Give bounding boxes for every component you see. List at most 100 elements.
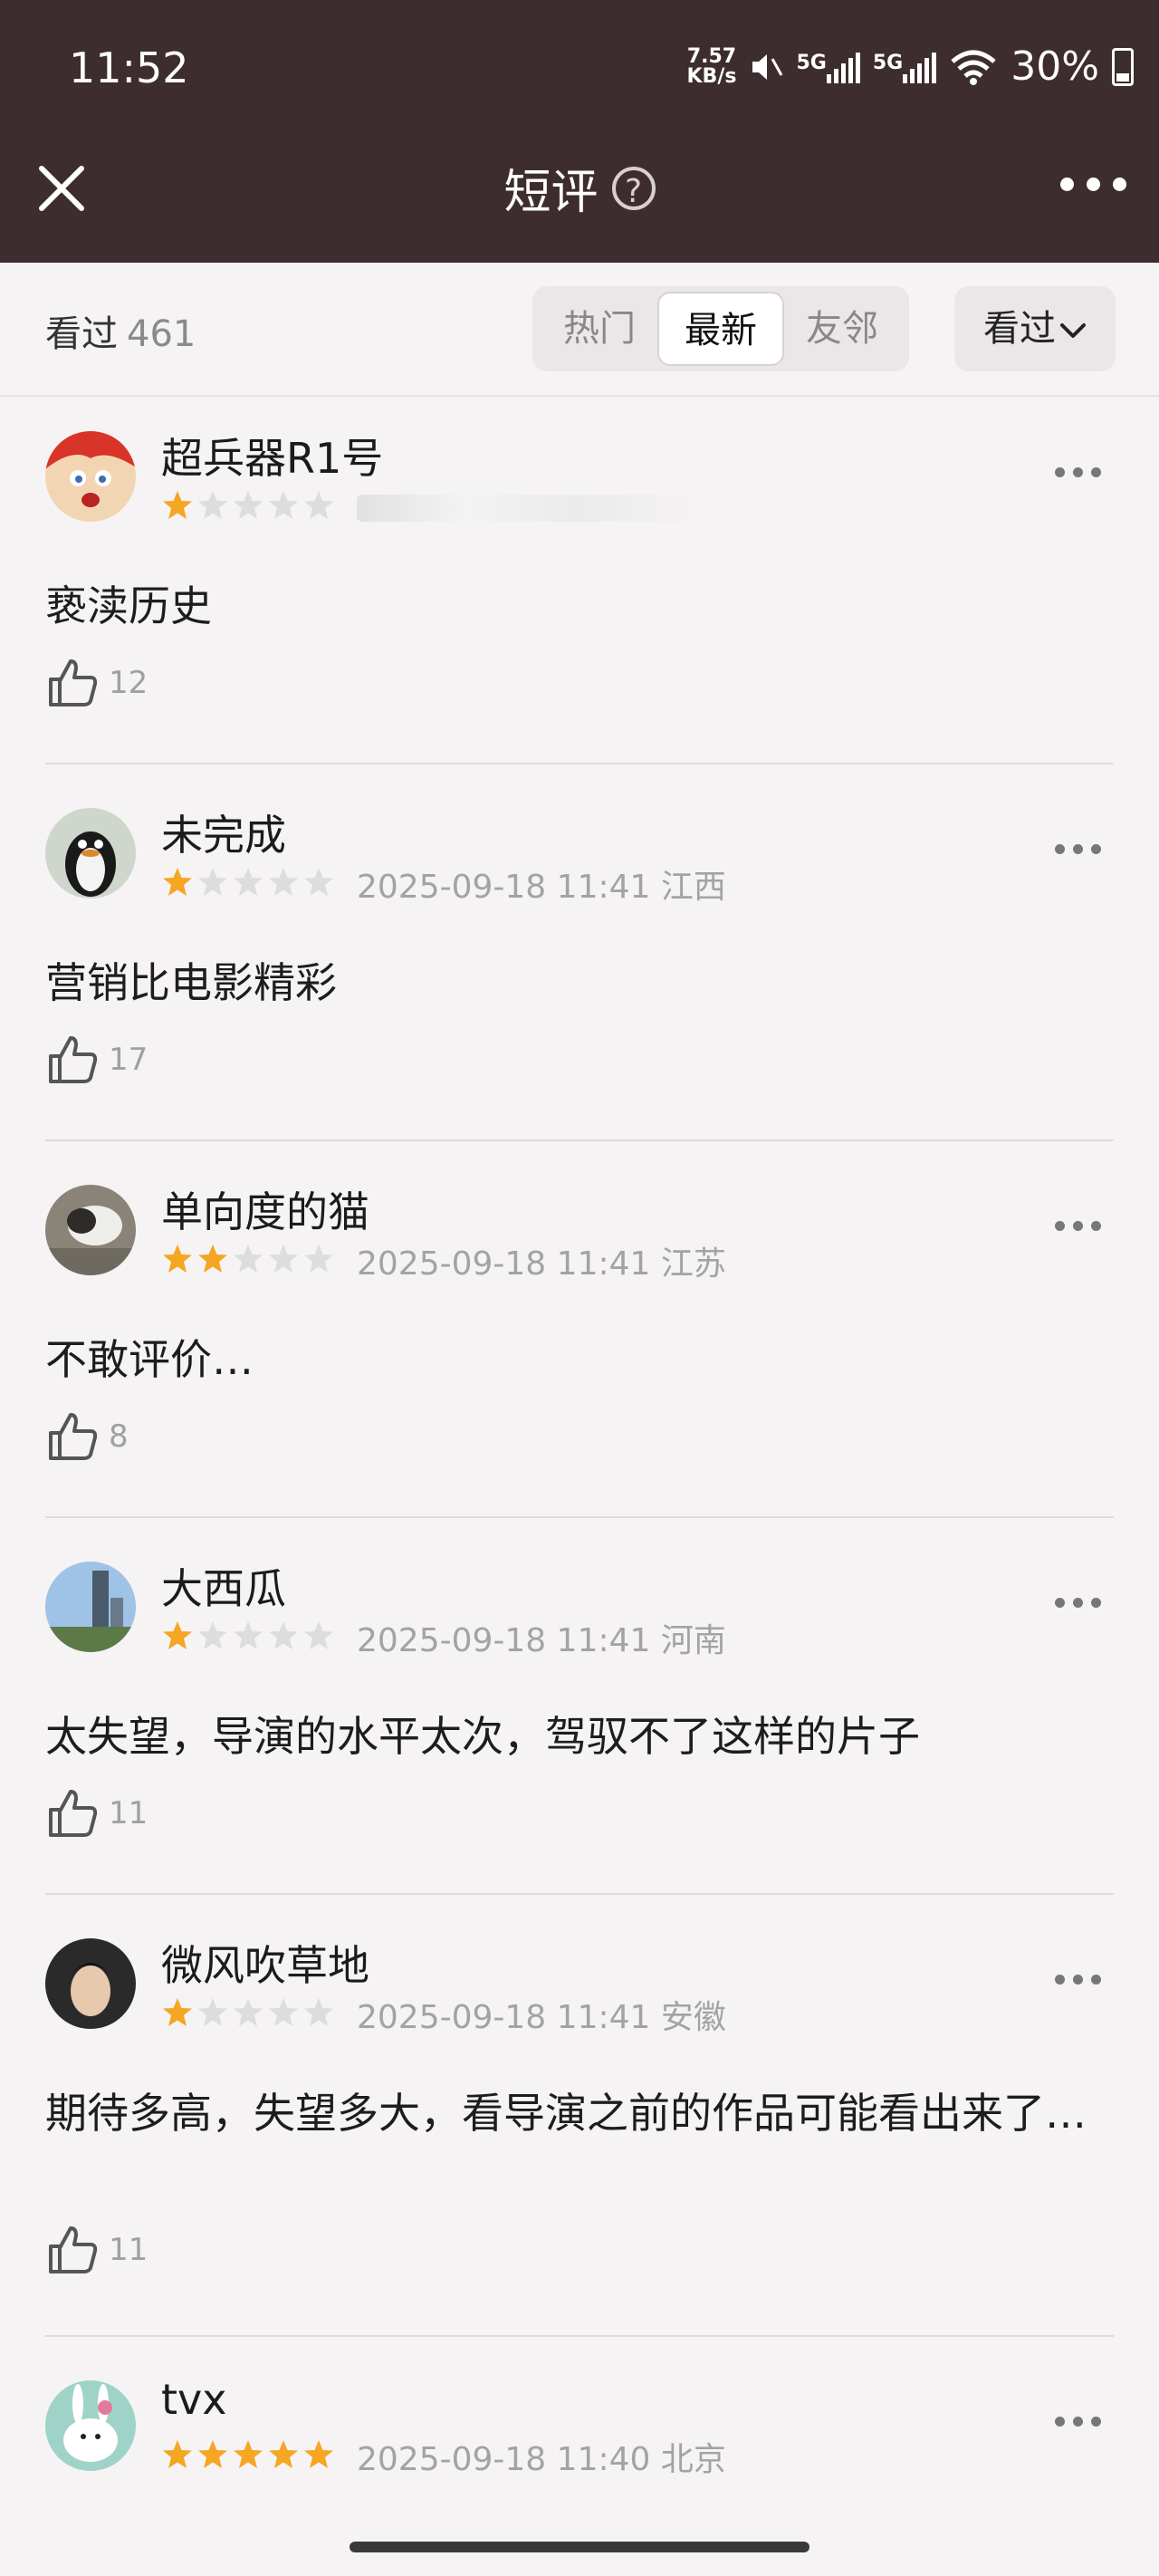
username[interactable]: 微风吹草地 — [161, 1933, 369, 1993]
network-speed-unit: KB/s — [686, 64, 737, 88]
star-empty-icon — [198, 1998, 227, 2026]
filter-bar: 看过 461 热门 最新 友邻 看过 — [0, 263, 1159, 397]
username[interactable]: 超兵器R1号 — [161, 426, 383, 485]
star-empty-icon — [234, 1245, 263, 1273]
star-empty-icon — [269, 1245, 298, 1273]
review-text: 亵渎历史 — [45, 582, 212, 630]
divider — [45, 763, 1114, 764]
review-meta: 2025-09-18 11:41 江西 — [357, 869, 726, 906]
star-filled-icon — [163, 868, 192, 896]
avatar[interactable] — [45, 808, 136, 899]
review-text: 期待多高，失望多大，看导演之前的作品可能看出来了… — [45, 2089, 1087, 2138]
page-title: 短评 — [503, 166, 599, 220]
network-speed-value: 7.57 — [686, 44, 737, 68]
review-meta: 2025-09-18 11:41 安徽 — [357, 1999, 726, 2036]
battery-icon — [1112, 47, 1134, 86]
thumbs-up-icon — [49, 1036, 98, 1083]
like-button[interactable]: 12 — [45, 656, 148, 710]
rating-stars — [161, 2438, 335, 2471]
star-filled-icon — [163, 1998, 192, 2026]
star-filled-icon — [198, 2440, 227, 2468]
star-empty-icon — [234, 868, 263, 896]
star-empty-icon — [269, 1621, 298, 1649]
more-icon[interactable] — [1055, 2417, 1101, 2427]
review-text: 不敢评价… — [45, 1335, 254, 1384]
star-empty-icon — [198, 491, 227, 519]
sim2-label: 5G — [872, 51, 904, 74]
star-empty-icon — [234, 1621, 263, 1649]
username[interactable]: tvx — [161, 2375, 226, 2424]
sim1-label: 5G — [796, 51, 827, 74]
star-filled-icon — [198, 1245, 227, 1273]
like-count: 8 — [109, 1418, 129, 1455]
watched-count: 看过 461 — [45, 304, 196, 357]
avatar[interactable] — [45, 1938, 136, 2029]
watched-count-value: 461 — [127, 313, 196, 355]
tab-friends[interactable]: 友邻 — [781, 292, 904, 366]
more-icon[interactable] — [1055, 1975, 1101, 1985]
more-icon[interactable] — [1055, 1598, 1101, 1608]
sim1-signal-icon: 5G — [796, 51, 860, 83]
username[interactable]: 单向度的猫 — [161, 1179, 369, 1239]
star-filled-icon — [304, 2440, 333, 2468]
star-empty-icon — [304, 868, 333, 896]
divider — [45, 1139, 1114, 1141]
review-text: 太失望，导演的水平太次，驾驭不了这样的片子 — [45, 1712, 920, 1761]
star-empty-icon — [234, 1998, 263, 2026]
tab-hot[interactable]: 热门 — [538, 292, 661, 366]
star-filled-icon — [163, 1621, 192, 1649]
sort-segment: 热门 最新 友邻 — [532, 286, 909, 371]
network-speed: 7.57 KB/s — [686, 44, 737, 88]
like-button[interactable]: 8 — [45, 1409, 129, 1464]
avatar[interactable] — [45, 1562, 136, 1652]
more-icon[interactable] — [1055, 1221, 1101, 1231]
more-options-icon[interactable] — [1060, 178, 1126, 191]
rating-stars — [161, 1996, 335, 2029]
star-empty-icon — [269, 491, 298, 519]
thumbs-up-icon — [49, 1790, 98, 1837]
like-button[interactable]: 17 — [45, 1033, 148, 1087]
star-filled-icon — [163, 491, 192, 519]
like-button[interactable]: 11 — [45, 1786, 148, 1841]
review-meta: 2025-09-18 11:40 北京 — [357, 2441, 726, 2478]
help-icon[interactable]: ? — [611, 166, 656, 210]
thumbs-up-icon — [49, 1413, 98, 1460]
home-indicator[interactable] — [350, 2542, 809, 2552]
star-empty-icon — [304, 1998, 333, 2026]
status-icons: 7.57 KB/s 5G 5G 30% — [686, 43, 1134, 90]
tab-latest[interactable]: 最新 — [657, 292, 784, 366]
rating-stars — [161, 1243, 335, 1275]
review-meta: 2025-09-18 11:41 河南 — [357, 1622, 726, 1659]
status-dropdown-label: 看过 — [983, 308, 1056, 350]
like-count: 17 — [109, 1042, 148, 1078]
like-count: 11 — [109, 1795, 148, 1831]
thumbs-up-icon — [49, 659, 98, 706]
avatar[interactable] — [45, 1185, 136, 1275]
username[interactable]: 未完成 — [161, 803, 286, 862]
username[interactable]: 大西瓜 — [161, 1556, 286, 1616]
sim2-signal-icon: 5G — [872, 51, 937, 83]
divider — [45, 1893, 1114, 1895]
mute-icon — [752, 53, 783, 80]
chevron-down-icon — [1060, 323, 1086, 338]
header-title-area: 短评 ? — [0, 154, 1159, 222]
like-count: 11 — [109, 2232, 148, 2268]
star-filled-icon — [269, 2440, 298, 2468]
more-icon[interactable] — [1055, 467, 1101, 477]
star-empty-icon — [198, 868, 227, 896]
star-empty-icon — [304, 491, 333, 519]
status-dropdown[interactable]: 看过 — [954, 286, 1116, 371]
star-filled-icon — [163, 2440, 192, 2468]
avatar[interactable] — [45, 2380, 136, 2471]
rating-stars — [161, 489, 335, 522]
star-filled-icon — [163, 1245, 192, 1273]
star-empty-icon — [198, 1621, 227, 1649]
like-button[interactable]: 11 — [45, 2223, 148, 2277]
top-bar: 11:52 7.57 KB/s 5G 5G 30% 短评 ? — [0, 0, 1159, 263]
star-empty-icon — [269, 1998, 298, 2026]
rating-stars — [161, 866, 335, 899]
avatar[interactable] — [45, 431, 136, 522]
like-count: 12 — [109, 665, 148, 701]
more-icon[interactable] — [1055, 844, 1101, 854]
star-filled-icon — [234, 2440, 263, 2468]
